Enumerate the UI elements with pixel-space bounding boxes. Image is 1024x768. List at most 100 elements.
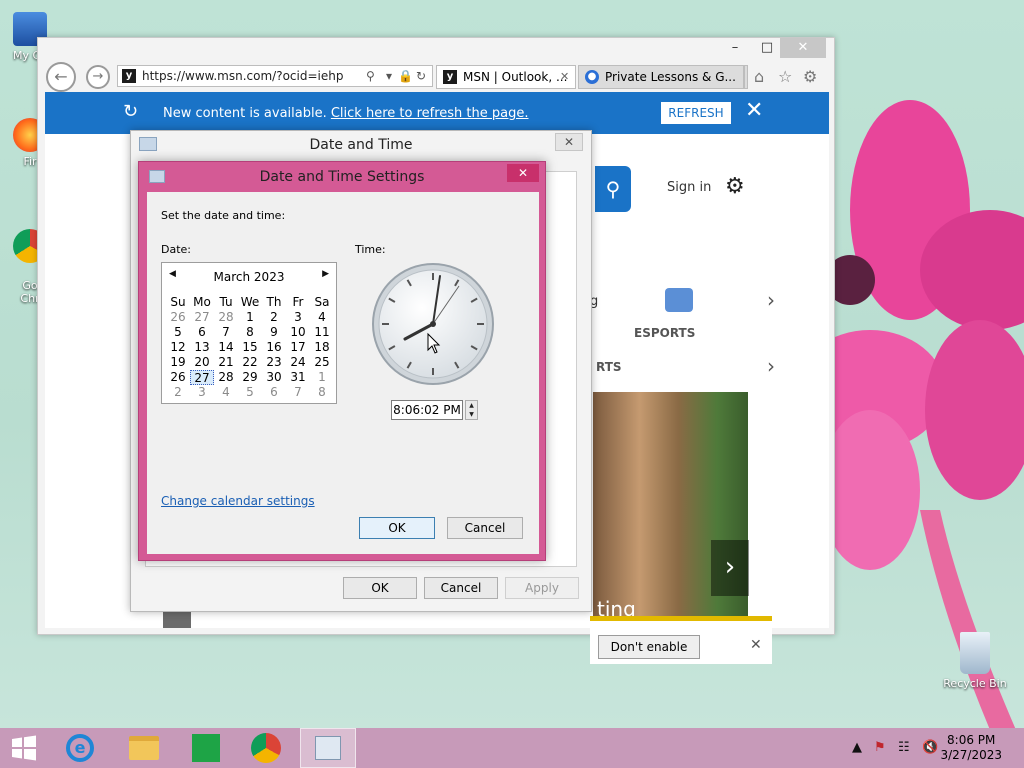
taskbar-store[interactable]: [178, 728, 234, 768]
dropdown-icon[interactable]: ▾: [386, 69, 392, 83]
dialog-client: Set the date and time: Date: Time: ◀ Mar…: [147, 192, 539, 554]
time-input[interactable]: 8:06:02 PM: [391, 400, 463, 420]
cancel-button[interactable]: Cancel: [424, 577, 498, 599]
minimize-button[interactable]: –: [720, 38, 750, 58]
volume-muted-icon[interactable]: 🔇: [922, 740, 938, 755]
tab-private-lessons[interactable]: ● Private Lessons & G...: [578, 65, 744, 89]
calendar-day[interactable]: 24: [286, 355, 310, 370]
taskbar-internet-explorer[interactable]: e: [52, 728, 108, 768]
settings-gear-icon[interactable]: ⚙: [803, 67, 817, 86]
calendar-day[interactable]: 9: [262, 325, 286, 340]
calendar-day[interactable]: 7: [286, 385, 310, 400]
calendar-day[interactable]: 3: [286, 310, 310, 325]
calendar-day[interactable]: 11: [310, 325, 334, 340]
calendar-day[interactable]: 2: [262, 310, 286, 325]
spin-down-icon[interactable]: ▼: [466, 410, 477, 419]
system-clock[interactable]: 8:06 PM 3/27/2023: [940, 733, 1002, 763]
dont-enable-button[interactable]: Don't enable: [598, 635, 700, 659]
show-hidden-icons-chevron-icon[interactable]: ▲: [852, 740, 862, 755]
calendar-day[interactable]: 29: [238, 370, 262, 385]
maximize-button[interactable]: □: [752, 38, 782, 58]
calendar-day[interactable]: 27: [190, 310, 214, 325]
calendar-day[interactable]: 6: [190, 325, 214, 340]
next-month-arrow-icon[interactable]: ▶: [322, 269, 329, 279]
refresh-icon[interactable]: ↻: [416, 69, 426, 83]
date-label: Date:: [161, 243, 191, 256]
close-button[interactable]: ✕: [555, 133, 583, 151]
calendar-day[interactable]: 16: [262, 340, 286, 355]
calendar-day[interactable]: 12: [166, 340, 190, 355]
close-button[interactable]: ✕: [780, 38, 826, 58]
calendar-day[interactable]: 25: [310, 355, 334, 370]
home-icon[interactable]: ⌂: [754, 67, 764, 86]
action-center-flag-icon[interactable]: ⚑: [874, 740, 886, 755]
calendar-day[interactable]: 7: [214, 325, 238, 340]
refresh-button[interactable]: REFRESH: [661, 102, 731, 124]
calendar-day[interactable]: 3: [190, 385, 214, 400]
ok-button[interactable]: OK: [343, 577, 417, 599]
taskbar-date-time[interactable]: [300, 728, 356, 768]
calendar-day[interactable]: 18: [310, 340, 334, 355]
carousel-next-button[interactable]: ›: [711, 540, 749, 596]
nav-rts[interactable]: RTS: [596, 360, 622, 374]
calendar-day[interactable]: 20: [190, 355, 214, 370]
lock-icon[interactable]: 🔒: [398, 69, 413, 83]
network-icon[interactable]: ☷: [898, 740, 910, 755]
time-spinner[interactable]: ▲ ▼: [465, 400, 478, 420]
calendar-day[interactable]: 14: [214, 340, 238, 355]
spin-up-icon[interactable]: ▲: [466, 401, 477, 410]
refresh-page-link[interactable]: Click here to refresh the page.: [331, 106, 529, 121]
desktop-icon-recycle-bin[interactable]: Recycle Bin: [942, 632, 1008, 690]
tab-msn[interactable]: y MSN | Outlook, ...: [436, 65, 576, 89]
tab-close-icon[interactable]: ✕: [560, 70, 569, 83]
calendar-day[interactable]: 4: [310, 310, 334, 325]
calendar-day[interactable]: 2: [166, 385, 190, 400]
back-icon[interactable]: ←: [46, 62, 76, 92]
calendar-day[interactable]: 1: [238, 310, 262, 325]
calendar-day-selected[interactable]: 27: [190, 370, 214, 385]
start-button[interactable]: [0, 728, 48, 768]
close-button[interactable]: ✕: [507, 164, 539, 182]
calendar-day[interactable]: 13: [190, 340, 214, 355]
nav-esports[interactable]: ESPORTS: [634, 326, 695, 340]
calendar-day[interactable]: 21: [214, 355, 238, 370]
forward-icon[interactable]: →: [86, 65, 110, 89]
calendar-day[interactable]: 5: [166, 325, 190, 340]
chevron-right-icon[interactable]: ›: [767, 354, 775, 378]
calendar-day[interactable]: 8: [238, 325, 262, 340]
calendar-day[interactable]: 23: [262, 355, 286, 370]
gear-icon[interactable]: ⚙: [725, 174, 745, 199]
calendar-day[interactable]: 19: [166, 355, 190, 370]
close-icon[interactable]: ✕: [745, 98, 763, 123]
change-calendar-settings-link[interactable]: Change calendar settings: [161, 494, 315, 508]
apply-button[interactable]: Apply: [505, 577, 579, 599]
calendar-day[interactable]: 30: [262, 370, 286, 385]
calendar-day[interactable]: 6: [262, 385, 286, 400]
calendar-day[interactable]: 1: [310, 370, 334, 385]
calendar-day[interactable]: 22: [238, 355, 262, 370]
favorites-star-icon[interactable]: ☆: [778, 67, 792, 86]
address-bar[interactable]: y https://www.msn.com/?ocid=iehp ⚲ ▾ 🔒 ↻: [117, 65, 433, 87]
calendar-day[interactable]: 10: [286, 325, 310, 340]
new-tab-button[interactable]: [744, 65, 748, 89]
calendar-day[interactable]: 4: [214, 385, 238, 400]
taskbar-chrome[interactable]: [238, 728, 294, 768]
calendar-day[interactable]: 15: [238, 340, 262, 355]
taskbar-file-explorer[interactable]: [116, 728, 172, 768]
search-icon[interactable]: ⚲: [366, 69, 375, 83]
sign-in-link[interactable]: Sign in: [667, 180, 711, 195]
calendar-day[interactable]: 17: [286, 340, 310, 355]
calendar-day[interactable]: 28: [214, 370, 238, 385]
calendar-day[interactable]: 26: [166, 310, 190, 325]
search-button[interactable]: ⚲: [595, 166, 631, 212]
calendar-day[interactable]: 31: [286, 370, 310, 385]
calendar-day[interactable]: 28: [214, 310, 238, 325]
ok-button[interactable]: OK: [359, 517, 435, 539]
calendar-month[interactable]: March 2023: [162, 270, 336, 284]
cancel-button[interactable]: Cancel: [447, 517, 523, 539]
close-icon[interactable]: ✕: [750, 637, 762, 653]
calendar-day[interactable]: 26: [166, 370, 190, 385]
calendar-day[interactable]: 8: [310, 385, 334, 400]
calendar-day[interactable]: 5: [238, 385, 262, 400]
chevron-right-icon[interactable]: ›: [767, 288, 775, 312]
